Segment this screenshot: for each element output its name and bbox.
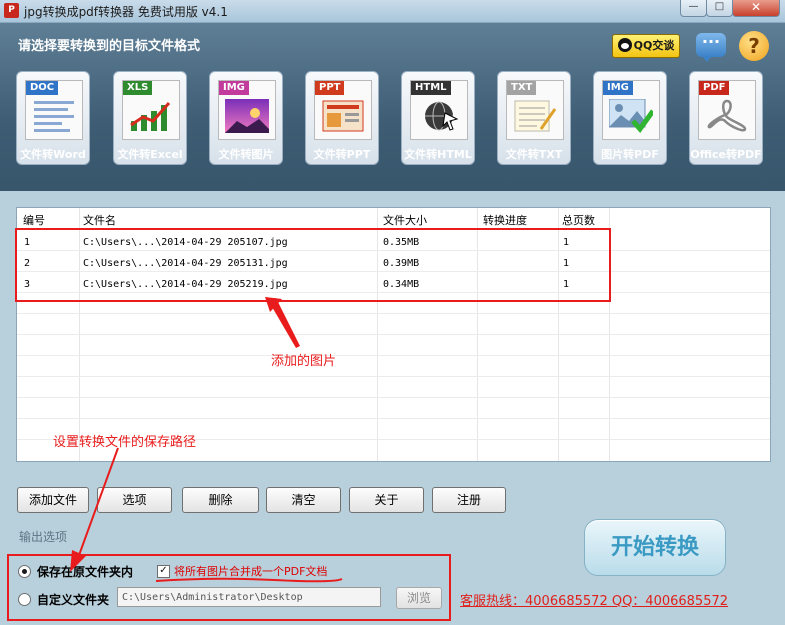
tile-word[interactable]: DOC 文件转Word — [16, 71, 90, 165]
help-icon[interactable]: ? — [739, 31, 769, 61]
output-options-label: 输出选项 — [19, 530, 68, 544]
merge-underline — [155, 577, 343, 583]
col-progress[interactable]: 转换进度 — [483, 212, 527, 228]
start-convert-button[interactable]: 开始转换 — [584, 519, 726, 576]
annotation-added-images: 添加的图片 — [271, 354, 337, 369]
qq-icon — [617, 38, 632, 52]
image-photo-icon — [225, 99, 269, 133]
word-doc-icon — [34, 101, 74, 132]
maximize-button[interactable]: □ — [706, 0, 733, 17]
register-button[interactable]: 注册 — [432, 487, 506, 513]
highlight-box-rows — [15, 228, 611, 302]
tile-image[interactable]: IMG 文件转图片 — [209, 71, 283, 165]
image-check-icon — [609, 99, 653, 133]
delete-button[interactable]: 删除 — [182, 487, 259, 513]
clear-button[interactable]: 清空 — [266, 487, 341, 513]
col-size[interactable]: 文件大小 — [383, 212, 427, 228]
minimize-button[interactable]: — — [680, 0, 707, 17]
close-button[interactable]: ✕ — [732, 0, 780, 17]
tile-ppt[interactable]: PPT 文件转PPT — [305, 71, 379, 165]
excel-chart-icon — [130, 102, 171, 131]
browse-button[interactable]: 浏览 — [396, 587, 442, 609]
qq-chat-button[interactable]: QQ交谈 — [612, 34, 680, 58]
hotline-link[interactable]: 客服热线：4006685572 QQ：4006685572 — [460, 590, 728, 609]
col-pages[interactable]: 总页数 — [562, 212, 595, 228]
tile-excel[interactable]: XLS 文件转Excel — [113, 71, 187, 165]
txt-note-icon — [514, 100, 557, 132]
html-globe-icon — [425, 101, 459, 131]
annotation-arrow-rows — [265, 297, 300, 348]
custom-folder-label: 自定义文件夹 — [37, 593, 110, 607]
title-bar: P jpg转换成pdf转换器 免费试用版 v4.1 — □ ✕ — [0, 0, 785, 23]
about-button[interactable]: 关于 — [349, 487, 424, 513]
tile-image-to-pdf[interactable]: IMG 图片转PDF — [593, 71, 667, 165]
list-header: 编号 文件名 文件大小 转换进度 总页数 — [17, 208, 770, 228]
col-id[interactable]: 编号 — [23, 212, 45, 228]
tile-office-to-pdf[interactable]: PDF Office转PDF — [689, 71, 763, 165]
format-header: 请选择要转换到的目标文件格式 QQ交谈 ··· ? DOC 文件转Word XL… — [0, 23, 785, 191]
ppt-slide-icon — [322, 100, 364, 132]
save-original-radio[interactable] — [18, 565, 31, 578]
output-path-field[interactable]: C:\Users\Administrator\Desktop — [117, 587, 381, 607]
annotation-arrow-path — [70, 447, 119, 572]
format-prompt: 请选择要转换到的目标文件格式 — [18, 39, 201, 54]
chat-icon[interactable]: ··· — [696, 33, 726, 62]
custom-folder-radio[interactable] — [18, 593, 31, 606]
app-icon: P — [4, 3, 19, 18]
tile-txt[interactable]: TXT 文件转TXT — [497, 71, 571, 165]
col-name[interactable]: 文件名 — [83, 212, 116, 228]
pdf-acrobat-icon — [707, 99, 747, 132]
window-title: jpg转换成pdf转换器 免费试用版 v4.1 — [24, 5, 228, 19]
tile-html[interactable]: HTML 文件转HTML — [401, 71, 475, 165]
